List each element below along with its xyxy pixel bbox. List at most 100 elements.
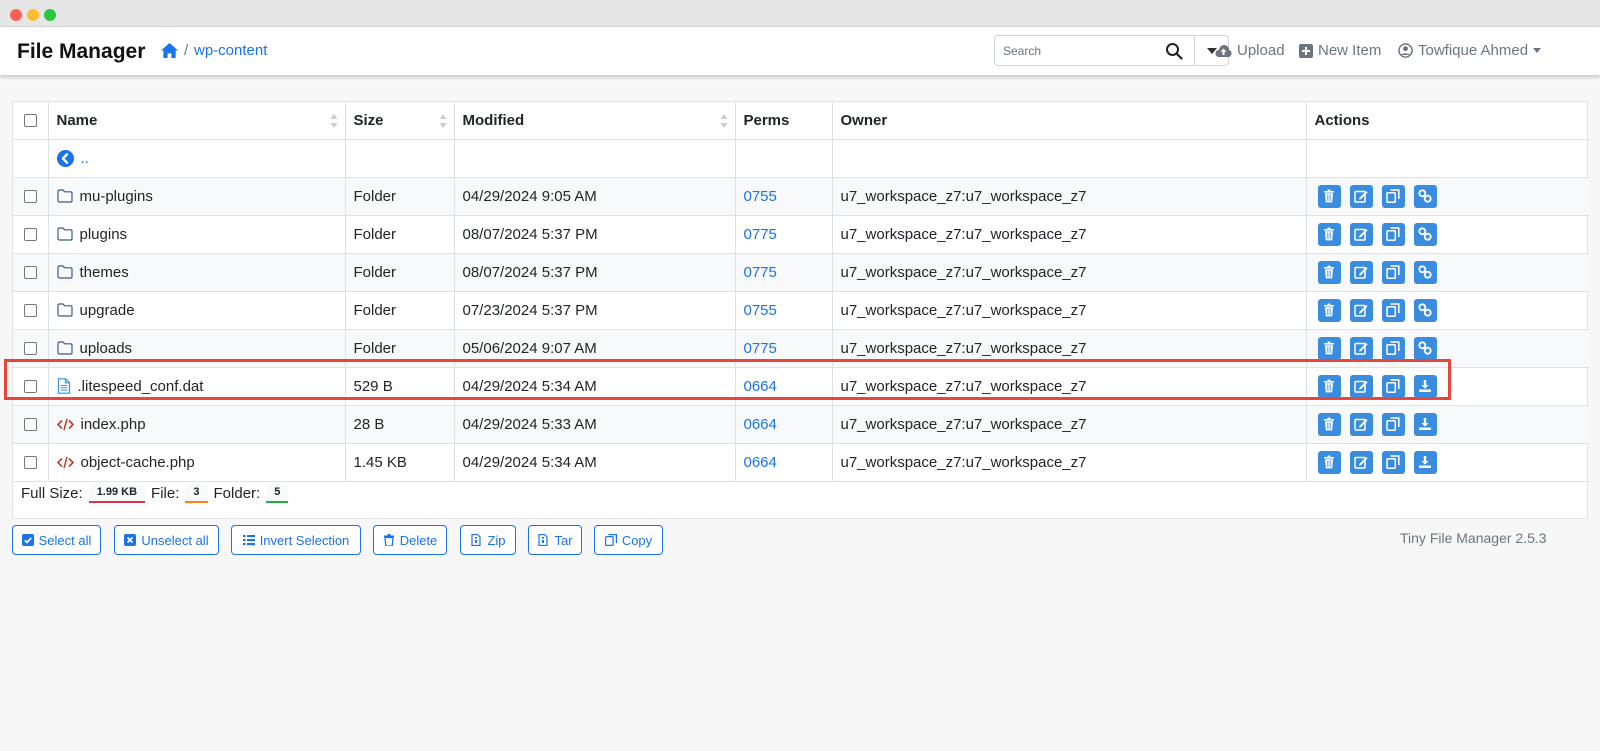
file-perms-link[interactable]: 0664 bbox=[744, 416, 777, 433]
file-perms-link[interactable]: 0775 bbox=[744, 226, 777, 243]
zoom-window-button[interactable] bbox=[44, 9, 56, 21]
delete-file-button[interactable] bbox=[1317, 412, 1341, 436]
close-window-button[interactable] bbox=[10, 9, 22, 21]
new-item-link[interactable]: New Item bbox=[1299, 42, 1381, 59]
direct-link-button[interactable] bbox=[1413, 336, 1437, 360]
user-menu[interactable]: Towfique Ahmed bbox=[1398, 42, 1542, 59]
copy-icon bbox=[1386, 417, 1400, 431]
copy-file-button[interactable] bbox=[1381, 336, 1405, 360]
direct-link-button[interactable] bbox=[1413, 222, 1437, 246]
edit-icon bbox=[1354, 228, 1368, 241]
row-checkbox[interactable] bbox=[24, 228, 37, 242]
column-header-modified[interactable]: Modified bbox=[454, 102, 736, 140]
file-perms-cell: 0775 bbox=[735, 215, 833, 254]
table-row: mu-plugins Folder 04/29/2024 9:05 AM 0755 u7… bbox=[13, 177, 1589, 216]
file-perms-link[interactable]: 0775 bbox=[744, 264, 777, 281]
copy-button[interactable]: Copy bbox=[594, 525, 663, 555]
table-row: index.php 28 B 04/29/2024 5:33 AM 0664 u7_wo… bbox=[13, 405, 1589, 444]
tar-button[interactable]: Tar bbox=[528, 525, 582, 555]
rename-button[interactable] bbox=[1349, 184, 1373, 208]
delete-file-button[interactable] bbox=[1317, 184, 1341, 208]
delete-file-button[interactable] bbox=[1317, 260, 1341, 284]
upload-link[interactable]: Upload bbox=[1215, 42, 1285, 59]
rename-button[interactable] bbox=[1349, 298, 1373, 322]
copy-icon bbox=[1386, 265, 1400, 279]
row-checkbox[interactable] bbox=[24, 304, 37, 318]
file-name-cell[interactable]: mu-plugins bbox=[48, 177, 346, 216]
full-size-badge: 1.99 KB bbox=[88, 483, 146, 503]
delete-button[interactable]: Delete bbox=[373, 525, 447, 555]
sort-icon bbox=[330, 114, 337, 128]
column-header-name[interactable]: Name bbox=[48, 102, 346, 140]
download-button[interactable] bbox=[1413, 450, 1437, 474]
file-owner: u7_workspace_z7:u7_workspace_z7 bbox=[832, 215, 1307, 254]
file-name-cell[interactable]: themes bbox=[48, 253, 346, 292]
file-perms-link[interactable]: 0755 bbox=[744, 188, 777, 205]
row-checkbox[interactable] bbox=[24, 456, 37, 470]
row-checkbox[interactable] bbox=[24, 266, 37, 280]
file-name-cell[interactable]: index.php bbox=[48, 405, 346, 444]
copy-file-button[interactable] bbox=[1381, 450, 1405, 474]
row-checkbox-cell bbox=[13, 405, 49, 444]
file-name-cell[interactable]: object-cache.php bbox=[48, 443, 346, 482]
column-header-size[interactable]: Size bbox=[345, 102, 455, 140]
download-button[interactable] bbox=[1413, 412, 1437, 436]
search-icon[interactable] bbox=[1165, 42, 1183, 60]
delete-file-button[interactable] bbox=[1317, 222, 1341, 246]
rename-button[interactable] bbox=[1349, 374, 1373, 398]
delete-file-button[interactable] bbox=[1317, 336, 1341, 360]
home-icon[interactable] bbox=[160, 42, 179, 59]
code-icon bbox=[56, 418, 74, 430]
rename-button[interactable] bbox=[1349, 336, 1373, 360]
row-checkbox[interactable] bbox=[24, 342, 37, 356]
delete-file-button[interactable] bbox=[1317, 450, 1341, 474]
row-checkbox[interactable] bbox=[24, 380, 37, 394]
breadcrumb-current-folder[interactable]: wp-content bbox=[194, 42, 267, 59]
rename-button[interactable] bbox=[1349, 450, 1373, 474]
copy-file-button[interactable] bbox=[1381, 184, 1405, 208]
file-name-cell[interactable]: .litespeed_conf.dat bbox=[48, 367, 346, 406]
file-perms-link[interactable]: 0775 bbox=[744, 340, 777, 357]
app-title[interactable]: File Manager bbox=[17, 40, 145, 64]
file-name-cell[interactable]: uploads bbox=[48, 329, 346, 368]
select-all-checkbox[interactable] bbox=[24, 114, 37, 128]
direct-link-button[interactable] bbox=[1413, 260, 1437, 284]
parent-directory-link[interactable]: .. bbox=[48, 139, 346, 178]
copy-file-button[interactable] bbox=[1381, 412, 1405, 436]
rename-button[interactable] bbox=[1349, 222, 1373, 246]
file-perms-link[interactable]: 0755 bbox=[744, 302, 777, 319]
invert-selection-button[interactable]: Invert Selection bbox=[231, 525, 361, 555]
x-square-icon bbox=[124, 534, 137, 546]
row-checkbox[interactable] bbox=[24, 418, 37, 432]
file-perms-link[interactable]: 0664 bbox=[744, 454, 777, 471]
direct-link-button[interactable] bbox=[1413, 184, 1437, 208]
download-icon bbox=[1419, 418, 1431, 430]
row-checkbox-cell bbox=[13, 215, 49, 254]
rename-button[interactable] bbox=[1349, 412, 1373, 436]
file-perms-cell: 0664 bbox=[735, 367, 833, 406]
table-row: object-cache.php 1.45 KB 04/29/2024 5:34 A… bbox=[13, 443, 1589, 482]
row-checkbox[interactable] bbox=[24, 190, 37, 204]
file-name-cell[interactable]: plugins bbox=[48, 215, 346, 254]
rename-button[interactable] bbox=[1349, 260, 1373, 284]
copy-file-button[interactable] bbox=[1381, 260, 1405, 284]
zip-button[interactable]: Zip bbox=[460, 525, 516, 555]
copy-file-button[interactable] bbox=[1381, 222, 1405, 246]
download-button[interactable] bbox=[1413, 374, 1437, 398]
file-perms-link[interactable]: 0664 bbox=[744, 378, 777, 395]
file-name-cell[interactable]: upgrade bbox=[48, 291, 346, 330]
column-header-perms: Perms bbox=[735, 102, 833, 140]
minimize-window-button[interactable] bbox=[27, 9, 39, 21]
delete-file-button[interactable] bbox=[1317, 298, 1341, 322]
direct-link-button[interactable] bbox=[1413, 298, 1437, 322]
delete-file-button[interactable] bbox=[1317, 374, 1341, 398]
copy-file-button[interactable] bbox=[1381, 298, 1405, 322]
file-size: 529 B bbox=[345, 367, 455, 406]
select-all-button[interactable]: Select all bbox=[12, 525, 101, 555]
table-header-row: Name Size Modified Perms Owner Actions bbox=[13, 102, 1589, 140]
copy-file-button[interactable] bbox=[1381, 374, 1405, 398]
folder-count-badge: 5 bbox=[266, 483, 289, 503]
row-checkbox-cell bbox=[13, 253, 49, 292]
row-checkbox-cell bbox=[13, 291, 49, 330]
unselect-all-button[interactable]: Unselect all bbox=[114, 525, 219, 555]
